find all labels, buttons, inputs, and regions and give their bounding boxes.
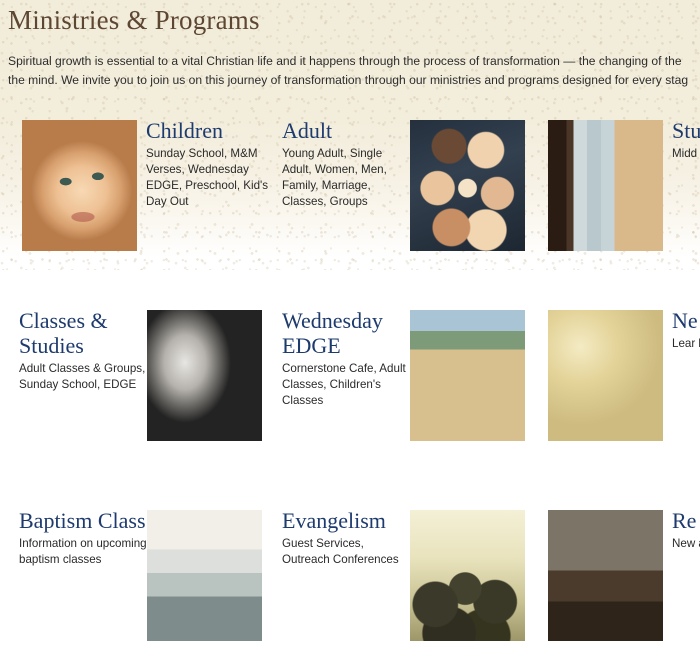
ministry-card-new-members-class[interactable]: Ne Me Cl Lear beco xyxy=(540,300,700,500)
page-content: Ministries & Programs Spiritual growth i… xyxy=(0,0,700,667)
ministry-card-text: Re for New and grow your comi xyxy=(672,508,700,552)
ministry-description: New and grow your comi xyxy=(672,537,700,550)
ministry-title[interactable]: Classes & Studies xyxy=(19,308,147,358)
ministries-row: Children Sunday School, M&M Verses, Wedn… xyxy=(0,110,700,300)
ministry-description: Midd High xyxy=(672,147,700,160)
ministry-card-wednesday-edge[interactable]: Wednesday EDGE Cornerstone Cafe, Adult C… xyxy=(277,300,539,500)
ministry-description: Sunday School, M&M Verses, Wednesday EDG… xyxy=(146,147,269,208)
ministries-row: Classes & Studies Adult Classes & Groups… xyxy=(0,300,700,500)
ministry-title[interactable]: Ne Me Cl xyxy=(672,308,700,333)
ministry-card-resources[interactable]: Re for New and grow your comi xyxy=(540,500,700,667)
ministries-row: Baptism Class Information on upcoming ba… xyxy=(0,500,700,667)
hand-cupping-water-photo[interactable] xyxy=(147,510,262,641)
ministry-card-text: Baptism Class Information on upcoming ba… xyxy=(19,508,147,568)
ministry-title[interactable]: Children xyxy=(146,118,274,143)
ministry-description: Cornerstone Cafe, Adult Classes, Childre… xyxy=(282,362,406,407)
ministry-description: Lear beco xyxy=(672,337,700,350)
ministry-title[interactable]: Stu xyxy=(672,118,700,143)
congregation-crowd-photo[interactable] xyxy=(410,510,525,641)
intro-line-2: the mind. We invite you to join us on th… xyxy=(8,73,689,87)
group-of-smiling-faces-photo[interactable] xyxy=(410,120,525,251)
ministry-title[interactable]: Wednesday EDGE xyxy=(282,308,410,358)
ministry-title[interactable]: Re for xyxy=(672,508,700,533)
ministry-title[interactable]: Evangelism xyxy=(282,508,410,533)
ministry-card-text: Wednesday EDGE Cornerstone Cafe, Adult C… xyxy=(282,308,410,409)
page-title: Ministries & Programs xyxy=(8,5,260,35)
ministry-title[interactable]: Adult xyxy=(282,118,410,143)
ministry-card-text: Evangelism Guest Services, Outreach Conf… xyxy=(282,508,410,568)
child-smiling-photo[interactable] xyxy=(22,120,137,251)
ministry-description: Young Adult, Single Adult, Women, Men, F… xyxy=(282,147,387,208)
ministry-card-adult[interactable]: Adult Young Adult, Single Adult, Women, … xyxy=(277,110,539,300)
ministry-card-children[interactable]: Children Sunday School, M&M Verses, Wedn… xyxy=(14,110,276,300)
ministry-card-text: Classes & Studies Adult Classes & Groups… xyxy=(19,308,147,393)
ministry-card-students[interactable]: Stu Midd High xyxy=(540,110,700,300)
ministry-description: Guest Services, Outreach Conferences xyxy=(282,537,399,566)
ministry-card-classes-studies[interactable]: Classes & Studies Adult Classes & Groups… xyxy=(14,300,276,500)
intro-paragraph: Spiritual growth is essential to a vital… xyxy=(8,52,700,90)
man-with-raised-arms-photo[interactable] xyxy=(548,310,663,441)
ministry-description: Adult Classes & Groups, Sunday School, E… xyxy=(19,362,146,391)
ministry-card-text: Adult Young Adult, Single Adult, Women, … xyxy=(282,118,410,210)
ministry-card-text: Stu Midd High xyxy=(672,118,700,162)
teen-girl-on-steps-photo[interactable] xyxy=(548,120,663,251)
hiker-overlooking-valley-photo[interactable] xyxy=(410,310,525,441)
ministry-card-baptism-class[interactable]: Baptism Class Information on upcoming ba… xyxy=(14,500,276,667)
green-seedling-photo[interactable] xyxy=(548,510,663,641)
ministry-card-evangelism[interactable]: Evangelism Guest Services, Outreach Conf… xyxy=(277,500,539,667)
ministry-card-text: Children Sunday School, M&M Verses, Wedn… xyxy=(146,118,274,210)
ministry-description: Information on upcoming baptism classes xyxy=(19,537,147,566)
intro-line-1: Spiritual growth is essential to a vital… xyxy=(8,54,682,68)
ministries-grid: Children Sunday School, M&M Verses, Wedn… xyxy=(0,110,700,667)
elderly-man-portrait-photo[interactable] xyxy=(147,310,262,441)
ministry-title[interactable]: Baptism Class xyxy=(19,508,147,533)
ministry-card-text: Ne Me Cl Lear beco xyxy=(672,308,700,352)
